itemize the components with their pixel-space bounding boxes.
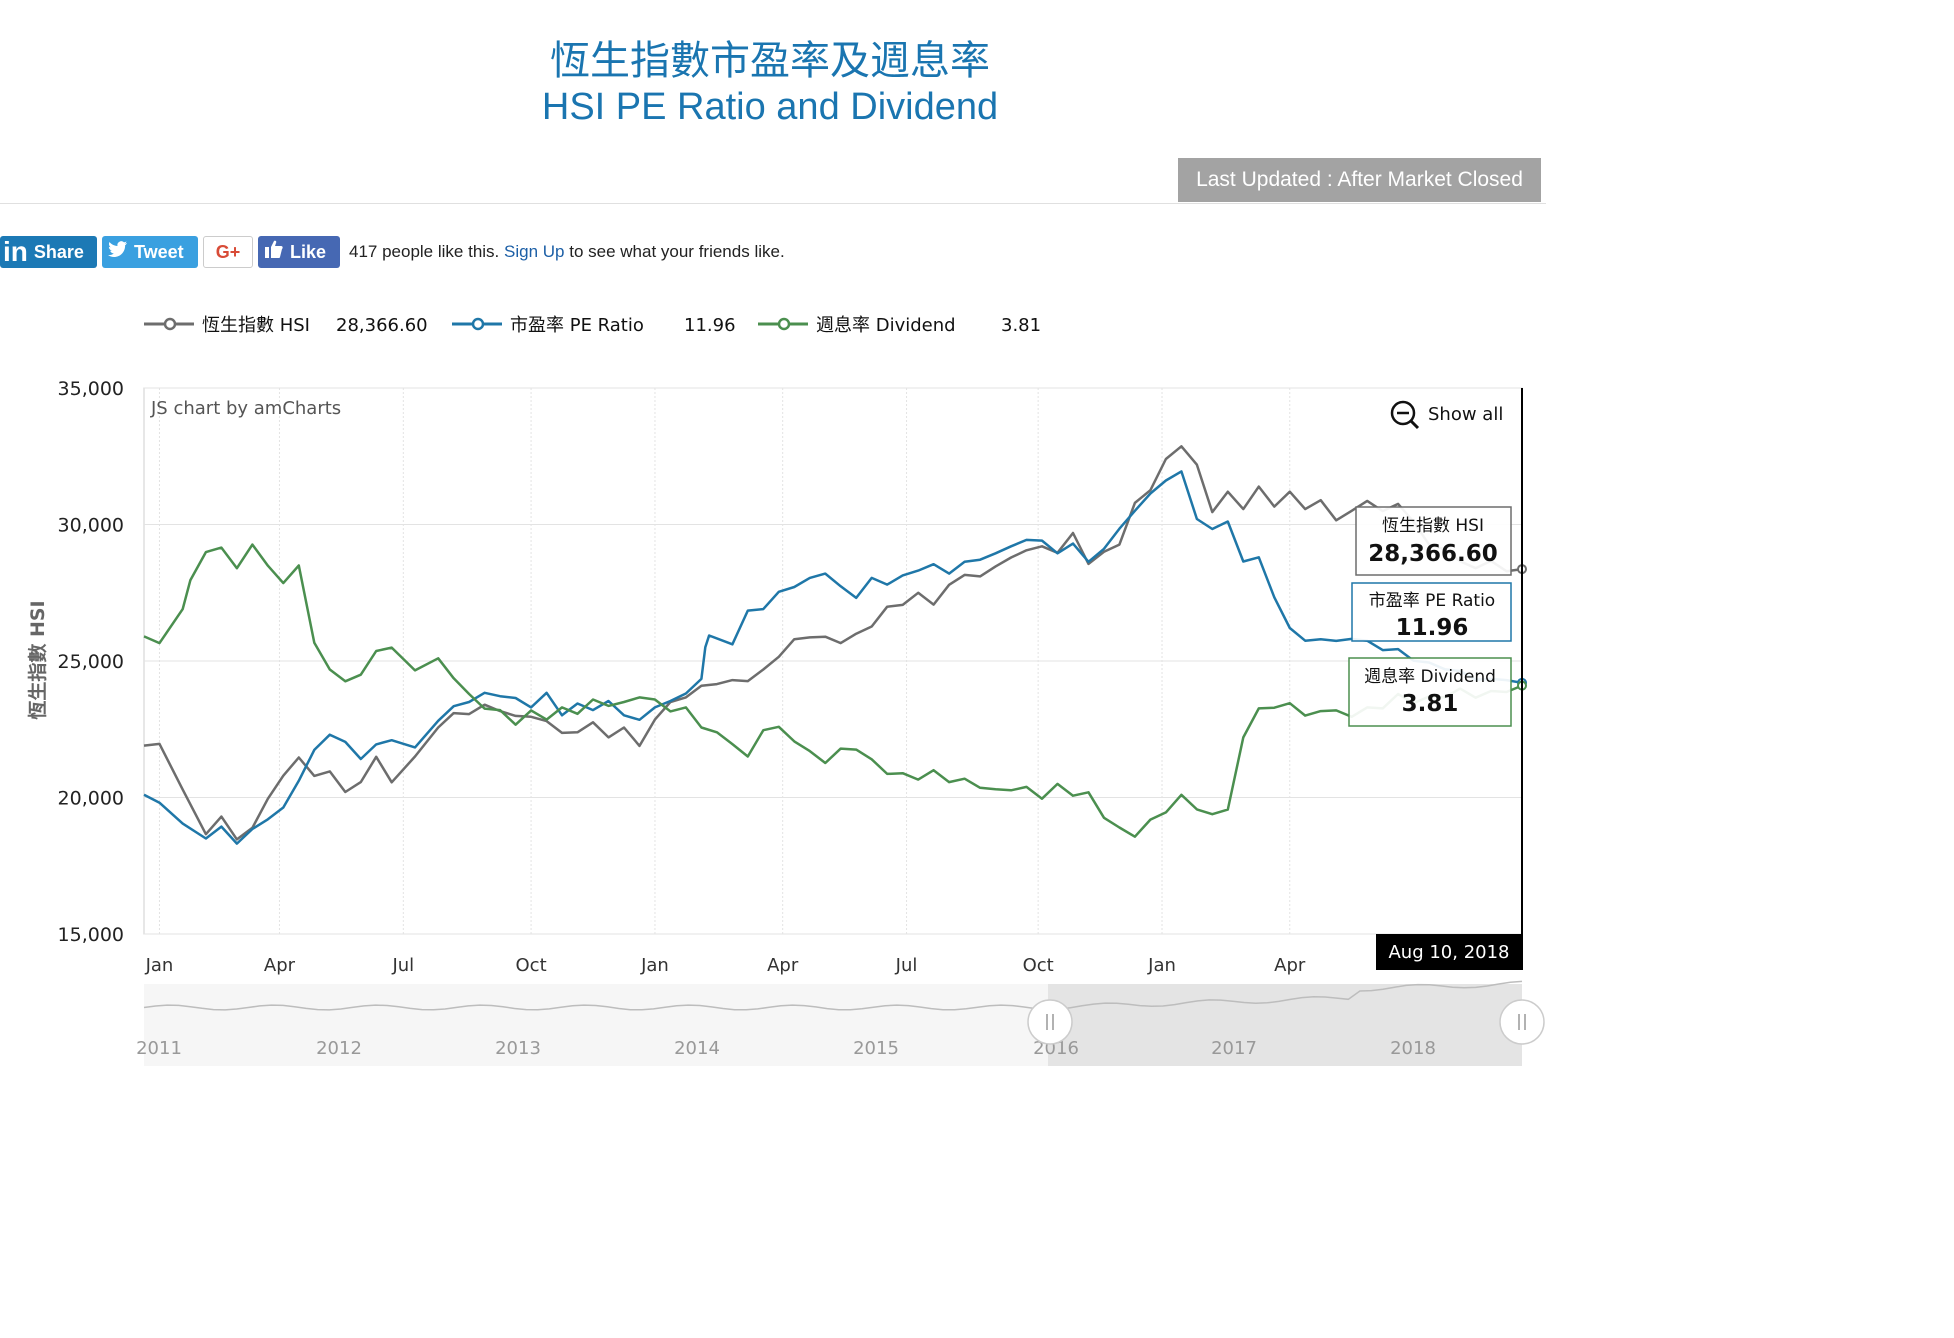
legend-value-hsi: 28,366.60 (336, 315, 428, 336)
show-all-label: Show all (1428, 404, 1503, 425)
cursor-date-badge: Aug 10, 2018 (1376, 934, 1523, 970)
tooltip-hsi-label: 恆生指數 HSI (1382, 516, 1484, 536)
y-tick-label: 35,000 (58, 378, 124, 400)
y-tick-label: 30,000 (58, 515, 124, 537)
tooltip-pe-value: 11.96 (1396, 615, 1469, 641)
navigator-year-label: 2011 (136, 1038, 182, 1059)
tooltip-dividend-label: 週息率 Dividend (1364, 667, 1496, 687)
legend-item-pe[interactable]: 市盈率 PE Ratio 11.96 (452, 315, 736, 336)
y-axis: 15,000 20,000 25,000 30,000 35,000 (58, 378, 124, 946)
x-tick-label: Jan (640, 955, 669, 976)
legend-value-dividend: 3.81 (1001, 315, 1041, 336)
tooltip-dividend: 週息率 Dividend 3.81 (1348, 657, 1512, 727)
navigator-right-handle[interactable] (1499, 999, 1545, 1045)
navigator-year-label: 2015 (853, 1038, 899, 1059)
legend-label-pe: 市盈率 PE Ratio (510, 315, 644, 336)
x-tick-label: Oct (1023, 955, 1054, 976)
navigator-selection[interactable] (1048, 984, 1522, 1066)
x-tick-label: Apr (1274, 955, 1306, 976)
hsi-chart: 恆生指數 HSI 28,366.60 市盈率 PE Ratio 11.96 週息… (26, 315, 1545, 1066)
navigator-year-label: 2012 (316, 1038, 362, 1059)
x-tick-label: Jul (895, 955, 918, 976)
navigator-year-label: 2013 (495, 1038, 541, 1059)
x-tick-label: Jan (145, 955, 174, 976)
x-tick-label: Apr (767, 955, 799, 976)
legend-item-dividend[interactable]: 週息率 Dividend 3.81 (758, 315, 1041, 336)
y-tick-label: 20,000 (58, 788, 124, 810)
tooltip-hsi: 恆生指數 HSI 28,366.60 (1355, 506, 1512, 576)
x-tick-label: Apr (264, 955, 296, 976)
y-tick-label: 25,000 (58, 651, 124, 673)
legend-label-hsi: 恆生指數 HSI (202, 315, 310, 336)
navigator-year-label: 2018 (1390, 1038, 1436, 1059)
tooltip-dividend-value: 3.81 (1402, 691, 1459, 717)
tooltip-hsi-value: 28,366.60 (1368, 541, 1498, 567)
navigator-year-label: 2014 (674, 1038, 720, 1059)
x-tick-label: Jul (391, 955, 414, 976)
legend-value-pe: 11.96 (684, 315, 736, 336)
amcharts-credit[interactable]: JS chart by amCharts (150, 398, 341, 419)
legend-label-dividend: 週息率 Dividend (816, 315, 956, 336)
navigator-left-handle[interactable] (1027, 999, 1073, 1045)
chart-grid (143, 387, 1523, 935)
navigator-year-label: 2017 (1211, 1038, 1257, 1059)
x-tick-label: Oct (516, 955, 547, 976)
tooltip-pe: 市盈率 PE Ratio 11.96 (1351, 582, 1512, 642)
y-tick-label: 15,000 (58, 924, 124, 946)
chart-legend: 恆生指數 HSI 28,366.60 市盈率 PE Ratio 11.96 週息… (144, 315, 1041, 336)
tooltip-pe-label: 市盈率 PE Ratio (1369, 591, 1495, 611)
cursor-date: Aug 10, 2018 (1388, 942, 1509, 963)
x-axis: Jan Apr Jul Oct Jan Apr Jul Oct Jan Apr (145, 955, 1306, 976)
x-tick-label: Jan (1147, 955, 1176, 976)
y-axis-label: 恆生指數 HSI (26, 600, 49, 719)
legend-item-hsi[interactable]: 恆生指數 HSI 28,366.60 (144, 315, 428, 336)
